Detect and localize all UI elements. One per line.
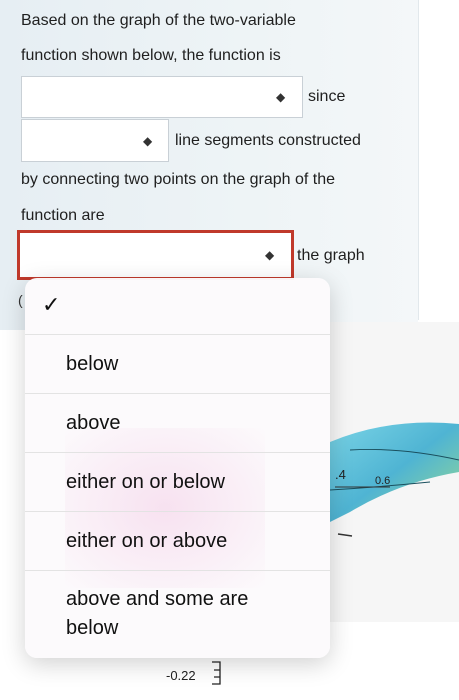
surface-plot [329,422,459,537]
option-label: either on or above [66,530,228,552]
option-label: below [66,353,119,375]
option-label: above [66,412,121,434]
select-all-some[interactable]: ◆ [21,119,169,162]
dropdown-option-either-on-or-above[interactable]: either on or above [25,511,330,570]
up-down-arrows-icon: ◆ [143,133,153,148]
the-graph-label: the graph [297,247,365,264]
checkmark-icon: ✓ [42,292,61,317]
question-line-1: Based on the graph of the two-variable [21,12,296,29]
dropdown-menu: ✓ below above either on or below either … [25,278,330,658]
cutoff-text: ( [18,292,23,308]
dropdown-option-either-on-or-below[interactable]: either on or below [25,452,330,511]
tick-label: .4 [335,467,346,482]
option-label: either on or below [66,471,225,493]
since-label: since [308,88,346,105]
axis-line [337,533,353,537]
select-position-active[interactable]: ◆ [17,230,294,280]
dropdown-option-above[interactable]: above [25,393,330,452]
dropdown-option-above-and-some-below[interactable]: above and some are below [25,570,330,658]
question-line-5: by connecting two points on the graph of… [21,171,335,188]
tick-label: -0.22 [166,668,196,683]
axis-bracket [212,661,221,685]
surface-patch [330,422,459,522]
surface-graph: .4 0.6 [329,322,459,622]
up-down-arrows-icon: ◆ [276,90,286,104]
tick-label: 0.6 [375,475,391,487]
question-line-6: function are [21,207,105,224]
option-label: above and some are below [66,588,249,639]
up-down-arrows-icon: ◆ [265,248,275,262]
segments-label: line segments constructed [175,132,361,149]
dropdown-option-below[interactable]: below [25,334,330,393]
right-strip [418,0,459,320]
select-convexity[interactable]: ◆ [21,76,303,118]
question-line-2: function shown below, the function is [21,47,281,64]
